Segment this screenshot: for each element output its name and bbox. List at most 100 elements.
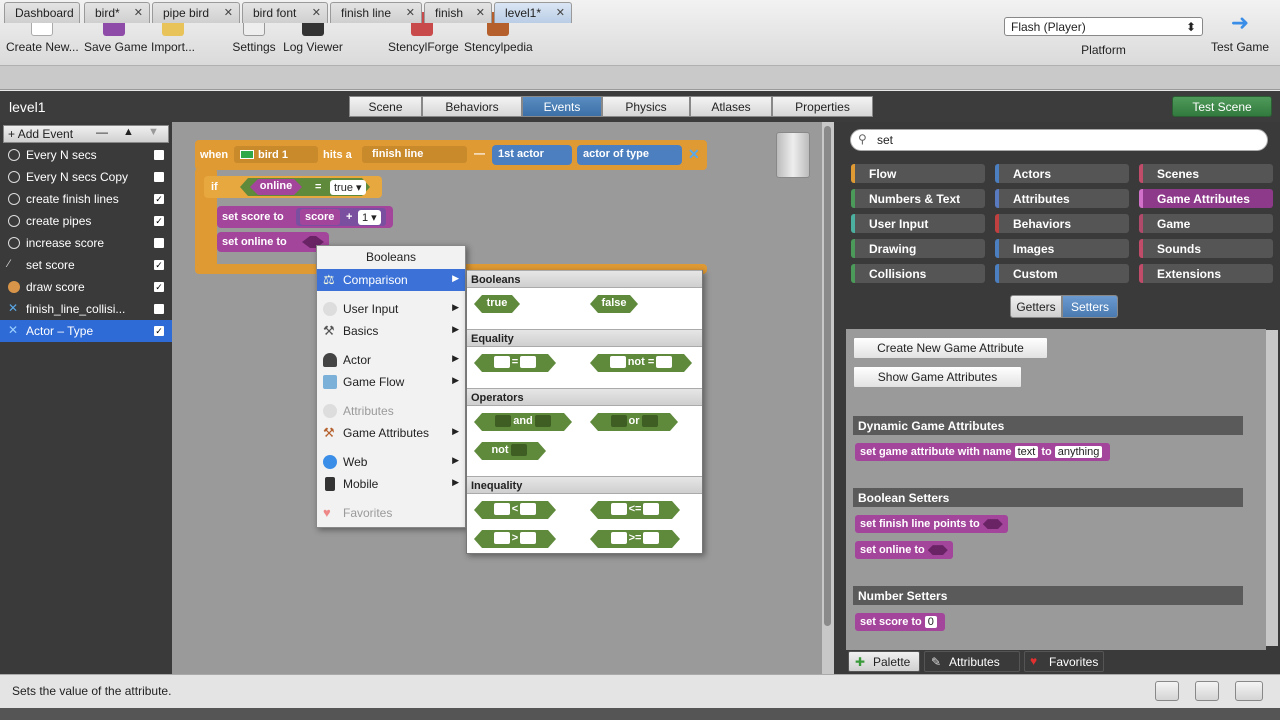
checkbox[interactable] [154, 150, 164, 160]
close-icon[interactable]: ✕ [224, 6, 233, 19]
greater-equal-block[interactable]: >= [590, 530, 680, 548]
show-game-attributes-button[interactable]: Show Game Attributes [853, 366, 1022, 388]
menu-item-game-flow[interactable]: Game Flow ▶ [317, 371, 465, 393]
test-game-button[interactable]: ➜ Test Game [1208, 12, 1272, 55]
getters-toggle[interactable]: Getters [1010, 295, 1062, 318]
category-images[interactable]: Images [995, 239, 1129, 258]
binoculars-icon[interactable] [1195, 681, 1219, 701]
close-icon[interactable]: ✕ [556, 6, 565, 19]
and-block[interactable]: and [474, 413, 572, 431]
actor-dropdown[interactable]: bird 1 [234, 146, 318, 163]
search-input[interactable]: set [850, 129, 1268, 151]
list-item[interactable]: draw score ✓ [0, 276, 172, 298]
less-than-block[interactable]: < [474, 501, 556, 519]
number-field[interactable]: 1 ▾ [358, 210, 381, 225]
list-item[interactable]: increase score [0, 232, 172, 254]
tab-events[interactable]: Events [522, 96, 602, 117]
checkbox[interactable]: ✓ [154, 260, 164, 270]
list-item[interactable]: ✕ Actor – Type ✓ [0, 320, 172, 342]
setters-toggle[interactable]: Setters [1062, 295, 1118, 318]
scrollbar-thumb[interactable] [824, 126, 831, 626]
category-sounds[interactable]: Sounds [1139, 239, 1273, 258]
tab-finish[interactable]: finish ✕ [424, 2, 492, 23]
checkbox[interactable]: ✓ [154, 194, 164, 204]
greater-than-block[interactable]: > [474, 530, 556, 548]
close-icon[interactable]: ✕ [476, 6, 485, 19]
remove-event-button[interactable]: — [96, 125, 108, 139]
tab-palette[interactable]: ✚ Palette [848, 651, 920, 672]
checkbox[interactable]: ✓ [154, 282, 164, 292]
category-custom[interactable]: Custom [995, 264, 1129, 283]
tab-finish-line[interactable]: finish line ✕ [330, 2, 422, 23]
test-scene-button[interactable]: Test Scene [1172, 96, 1272, 117]
set-game-attribute-block[interactable]: set game attribute with name text to anythi… [855, 443, 1111, 461]
checkbox[interactable]: ✓ [154, 216, 164, 226]
equals-block[interactable]: = [474, 354, 556, 372]
category-flow[interactable]: Flow [851, 164, 985, 183]
list-item[interactable]: ⁄ set score ✓ [0, 254, 172, 276]
list-item[interactable]: Every N secs [0, 144, 172, 166]
menu-item-actor[interactable]: Actor ▶ [317, 349, 465, 371]
move-down-icon[interactable]: ▼ [148, 126, 159, 138]
tab-bird-font[interactable]: bird font ✕ [242, 2, 328, 23]
category-behaviors[interactable]: Behaviors [995, 214, 1129, 233]
list-item[interactable]: ✕ finish_line_collisi... [0, 298, 172, 320]
score-getter[interactable]: score [300, 209, 340, 225]
tab-bird[interactable]: bird* ✕ [84, 2, 150, 23]
tab-level1[interactable]: level1* ✕ [494, 2, 572, 23]
checkbox[interactable] [154, 238, 164, 248]
tab-properties[interactable]: Properties [772, 96, 873, 117]
true-block[interactable]: true [474, 295, 520, 313]
set-finish-line-points-block[interactable]: set finish line points to [855, 515, 1008, 533]
menu-item-basics[interactable]: ⚒ Basics ▶ [317, 320, 465, 342]
tab-favorites[interactable]: ♥ Favorites [1024, 651, 1104, 672]
menu-item-game-attributes[interactable]: ⚒ Game Attributes ▶ [317, 422, 465, 444]
not-block[interactable]: not [474, 442, 546, 460]
trash-icon[interactable] [776, 132, 810, 178]
tab-physics[interactable]: Physics [602, 96, 690, 117]
category-collisions[interactable]: Collisions [851, 264, 985, 283]
tab-attributes[interactable]: ✎ Attributes [924, 651, 1020, 672]
or-block[interactable]: or [590, 413, 678, 431]
category-extensions[interactable]: Extensions [1139, 264, 1273, 283]
category-actors[interactable]: Actors [995, 164, 1129, 183]
tab-dashboard[interactable]: Dashboard [4, 2, 80, 23]
actor-type-block[interactable]: actor of type [577, 145, 682, 165]
menu-item-mobile[interactable]: Mobile ▶ [317, 473, 465, 495]
category-game-attributes[interactable]: Game Attributes [1139, 189, 1273, 208]
checkbox[interactable]: ✓ [154, 326, 164, 336]
online-getter[interactable]: online [250, 179, 302, 195]
menu-item-comparison[interactable]: ⚖ Comparison ▶ [317, 269, 465, 291]
platform-select[interactable]: Flash (Player) ⬍ [1004, 17, 1203, 36]
category-game[interactable]: Game [1139, 214, 1273, 233]
checkbox[interactable] [154, 172, 164, 182]
create-game-attribute-button[interactable]: Create New Game Attribute [853, 337, 1048, 359]
set-online-block[interactable]: set online to [855, 541, 953, 559]
screenshot-icon[interactable] [1155, 681, 1179, 701]
close-icon[interactable]: ✕ [134, 6, 143, 19]
true-dropdown[interactable]: true ▾ [330, 180, 366, 195]
palette-scrollbar[interactable] [1266, 330, 1278, 646]
first-actor-block[interactable]: 1st actor [492, 145, 572, 165]
category-user-input[interactable]: User Input [851, 214, 985, 233]
tab-atlases[interactable]: Atlases [690, 96, 772, 117]
move-up-icon[interactable]: ▲ [123, 126, 134, 138]
add-event-button[interactable]: + Add Event [8, 127, 73, 141]
set-score-block[interactable]: set score to 0 [855, 613, 945, 631]
list-item[interactable]: create pipes ✓ [0, 210, 172, 232]
close-icon[interactable]: ✕ [312, 6, 321, 19]
menu-item-web[interactable]: Web ▶ [317, 451, 465, 473]
false-block[interactable]: false [590, 295, 638, 313]
menu-item-user-input[interactable]: User Input ▶ [317, 298, 465, 320]
gear-icon[interactable] [1235, 681, 1263, 701]
close-icon[interactable]: ✕ [406, 6, 415, 19]
tab-behaviors[interactable]: Behaviors [422, 96, 522, 117]
category-numbers-text[interactable]: Numbers & Text [851, 189, 985, 208]
category-drawing[interactable]: Drawing [851, 239, 985, 258]
target-dropdown[interactable]: finish line [362, 146, 467, 163]
tab-scene[interactable]: Scene [349, 96, 422, 117]
list-item[interactable]: Every N secs Copy [0, 166, 172, 188]
not-equals-block[interactable]: not = [590, 354, 692, 372]
checkbox[interactable] [154, 304, 164, 314]
list-item[interactable]: create finish lines ✓ [0, 188, 172, 210]
